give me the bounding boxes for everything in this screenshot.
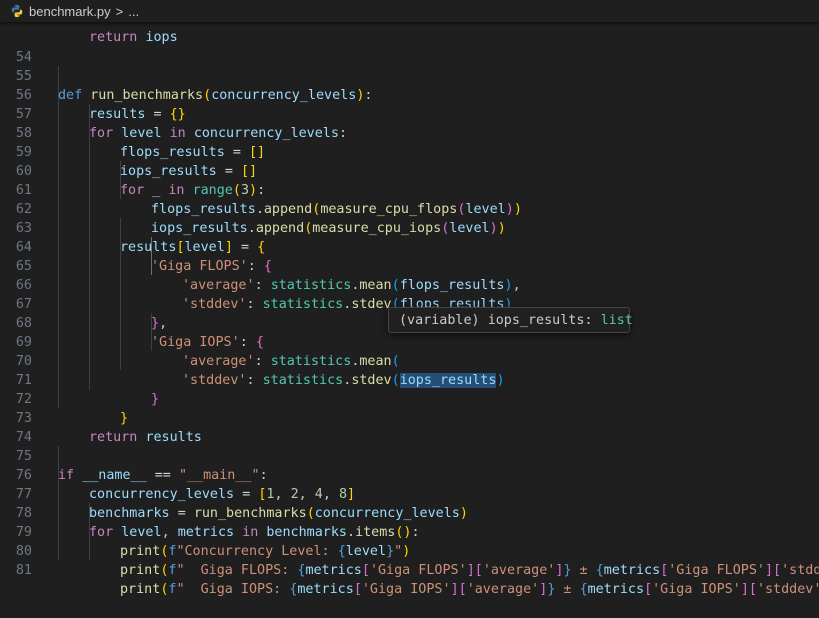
code-line-55[interactable]: 55 def run_benchmarks(concurrency_levels…	[0, 48, 819, 103]
code-line-54[interactable]: 54	[0, 29, 819, 65]
code-line-66[interactable]: 66 'stddev': statistics.stdev(flops_resu…	[0, 257, 819, 312]
code-line-65[interactable]: 65 'average': statistics.mean(flops_resu…	[0, 238, 819, 293]
code-line-78[interactable]: 78 for level, metrics in benchmarks.item…	[0, 485, 819, 540]
code-editor[interactable]: return iops 54 55 def run_benchmarks(con…	[0, 0, 819, 601]
code-line-60[interactable]: 60 for _ in range(3):	[0, 143, 819, 198]
code-line-72[interactable]: 72 }	[0, 371, 819, 426]
code-line-77[interactable]: 77 benchmarks = run_benchmarks(concurren…	[0, 466, 819, 521]
code-line-70[interactable]: 70 'stddev': statistics.stdev(iops_resul…	[0, 333, 819, 388]
code-line-71[interactable]: 71 }	[0, 352, 819, 407]
code-line-62[interactable]: 62 iops_results.append(measure_cpu_iops(…	[0, 181, 819, 236]
code-line-80[interactable]: 80 print(f" Giga FLOPS: {metrics['Giga F…	[0, 523, 819, 578]
line-number: 81	[15, 563, 32, 578]
code-line-76[interactable]: 76 concurrency_levels = [1, 2, 4, 8]	[0, 447, 819, 502]
code-line-75[interactable]: 75 if __name__ == "__main__":	[0, 428, 819, 483]
breadcrumb: benchmark.py > ...	[0, 0, 819, 22]
code-line-61[interactable]: 61 flops_results.append(measure_cpu_flop…	[0, 162, 819, 217]
hover-kind: (variable)	[399, 313, 480, 328]
code-line-64[interactable]: 64 'Giga FLOPS': {	[0, 219, 819, 274]
hover-tooltip: (variable) iops_results: list	[388, 307, 633, 333]
breadcrumb-symbol-more[interactable]: ...	[128, 4, 139, 19]
python-file-icon	[11, 4, 23, 18]
code-line-58[interactable]: 58 flops_results = []	[0, 105, 819, 160]
hover-symbol-name: iops_results	[487, 313, 585, 328]
code-line-79[interactable]: 79 print(f"Concurrency Level: {level}")	[0, 504, 819, 559]
code-line-81[interactable]: 81 print(f" Giga IOPS: {metrics['Giga IO…	[0, 542, 819, 597]
chevron-right-icon: >	[115, 3, 124, 19]
hover-colon: :	[584, 313, 593, 328]
code-line-67[interactable]: 67 },	[0, 276, 819, 331]
hover-type: list	[600, 313, 633, 328]
code-line-73[interactable]: 73 return results	[0, 390, 819, 445]
code-line-57[interactable]: 57 for level in concurrency_levels:	[0, 86, 819, 141]
breadcrumb-file[interactable]: benchmark.py	[29, 4, 111, 19]
code-line-63[interactable]: 63 results[level] = {	[0, 200, 819, 255]
code-line-59[interactable]: 59 iops_results = []	[0, 124, 819, 179]
code-line-74[interactable]: 74	[0, 409, 819, 445]
code-line-56[interactable]: 56 results = {}	[0, 67, 819, 122]
